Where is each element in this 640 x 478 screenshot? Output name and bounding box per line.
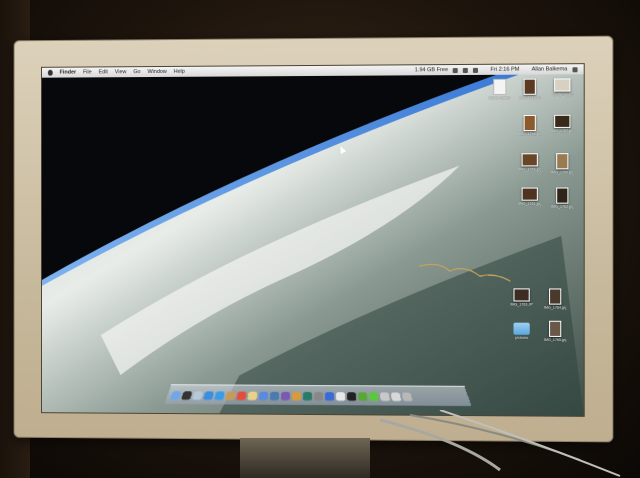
desktop-icon-label: IMG_1760.jpg <box>551 170 573 174</box>
wifi-icon[interactable] <box>463 67 468 72</box>
desktop-icon[interactable]: pictures <box>510 323 532 340</box>
photo-icon <box>554 115 570 128</box>
monitor-bezel: Finder File Edit View Go Window Help 1.9… <box>14 36 614 443</box>
ichat-icon[interactable] <box>214 392 225 400</box>
desktop-icon-label: Add to Gallery <box>488 96 510 100</box>
photo-icon <box>522 153 538 166</box>
desktop-icon-label: IMG_1763.JPG <box>510 302 532 306</box>
desktop-icon[interactable]: IMG_1763.JPG <box>510 288 532 306</box>
photo-icon <box>549 321 561 337</box>
disk-free: 1.94 GB Free <box>415 67 448 73</box>
preview-icon[interactable] <box>247 392 257 400</box>
mail-icon[interactable] <box>192 392 203 400</box>
iphoto-icon[interactable] <box>269 392 279 400</box>
appstore-icon[interactable] <box>325 392 334 400</box>
photo-icon <box>554 78 570 91</box>
user-name[interactable]: Allan Balkema <box>532 66 568 72</box>
photo-icon <box>556 187 568 203</box>
desktop-icon-label: IMG_1759.jpg <box>519 167 541 171</box>
photo-icon <box>524 115 536 131</box>
photo-icon <box>524 79 536 95</box>
imovie-icon[interactable] <box>281 392 291 400</box>
utility-icon[interactable] <box>358 393 368 401</box>
dashboard-icon[interactable] <box>181 392 192 400</box>
photo-icon <box>513 288 529 301</box>
desktop-icon[interactable]: IMG_1758.jpg <box>519 79 541 100</box>
desktop-icon-label: IMG_1758.jpg <box>519 96 541 100</box>
finder-icon[interactable] <box>170 391 182 399</box>
desktop-icon-label: google_search <box>551 93 573 97</box>
desktop-icon-label: IMG_1756.jpg <box>519 132 541 136</box>
desktop-icon[interactable]: IMG_1762.jpg <box>551 187 573 208</box>
textedit-icon[interactable] <box>336 392 345 400</box>
screen: Finder File Edit View Go Window Help 1.9… <box>41 63 585 417</box>
menu-app[interactable]: Finder <box>60 70 76 76</box>
desktop-icon-label: pictures <box>510 336 532 340</box>
desktop-icon-label: IMG_1764.jpg <box>544 306 566 310</box>
terminal-icon[interactable] <box>347 393 357 401</box>
desktop-icon[interactable]: google_search <box>551 78 573 96</box>
trash-icon[interactable] <box>402 393 413 401</box>
monitor-stand <box>240 438 370 478</box>
activity-icon[interactable] <box>369 393 379 401</box>
dock <box>164 384 471 406</box>
document-icon <box>493 79 506 95</box>
menu-view[interactable]: View <box>115 69 127 75</box>
addressbook-icon[interactable] <box>225 392 236 400</box>
timemachine-icon[interactable] <box>303 392 312 400</box>
desktop-icon[interactable]: Add to Gallery <box>488 79 510 100</box>
clock[interactable]: Fri 2:16 PM <box>491 67 520 73</box>
menu-edit[interactable]: Edit <box>99 69 108 75</box>
desktop-icon[interactable]: IMG_1765.jpg <box>544 321 566 342</box>
ical-icon[interactable] <box>236 392 246 400</box>
photo-icon <box>556 153 568 169</box>
desktop-icon[interactable]: IMG_1757.jpg <box>551 115 573 133</box>
desktop-icon-label: IMG_1765.jpg <box>544 338 566 342</box>
desktop-icon-label: IMG_1761.jpg <box>519 202 541 206</box>
photo-icon <box>549 288 561 304</box>
garageband-icon[interactable] <box>292 392 301 400</box>
menu-window[interactable]: Window <box>147 69 166 75</box>
desktop-icon[interactable]: IMG_1759.jpg <box>519 153 541 171</box>
desktop-icon[interactable]: IMG_1760.jpg <box>551 153 573 174</box>
desktop-icon[interactable]: IMG_1764.jpg <box>544 288 566 309</box>
photo-icon <box>522 188 538 201</box>
desk-cables <box>380 410 640 478</box>
menu-help[interactable]: Help <box>174 69 185 75</box>
safari-icon[interactable] <box>203 392 214 400</box>
menu-go[interactable]: Go <box>133 69 140 75</box>
volume-icon[interactable] <box>473 67 478 72</box>
desktop-icon-label: IMG_1757.jpg <box>551 129 573 133</box>
folder-icon <box>513 323 529 335</box>
itunes-icon[interactable] <box>258 392 268 400</box>
desktop-icon[interactable]: IMG_1756.jpg <box>519 115 541 136</box>
systemprefs-icon[interactable] <box>314 392 323 400</box>
downloads-stack-icon[interactable] <box>380 393 390 401</box>
documents-stack-icon[interactable] <box>391 393 402 401</box>
menu-extras: 1.94 GB Free Fri 2:16 PM Allan Balkema <box>408 64 578 75</box>
apple-menu-icon[interactable] <box>48 70 53 76</box>
bluetooth-icon[interactable] <box>453 68 458 73</box>
desktop-icon-label: IMG_1762.jpg <box>551 205 573 209</box>
menu-file[interactable]: File <box>83 69 92 75</box>
earth-wallpaper <box>42 74 584 416</box>
spotlight-icon[interactable] <box>572 67 577 72</box>
desktop-icon[interactable]: IMG_1761.jpg <box>519 188 541 206</box>
